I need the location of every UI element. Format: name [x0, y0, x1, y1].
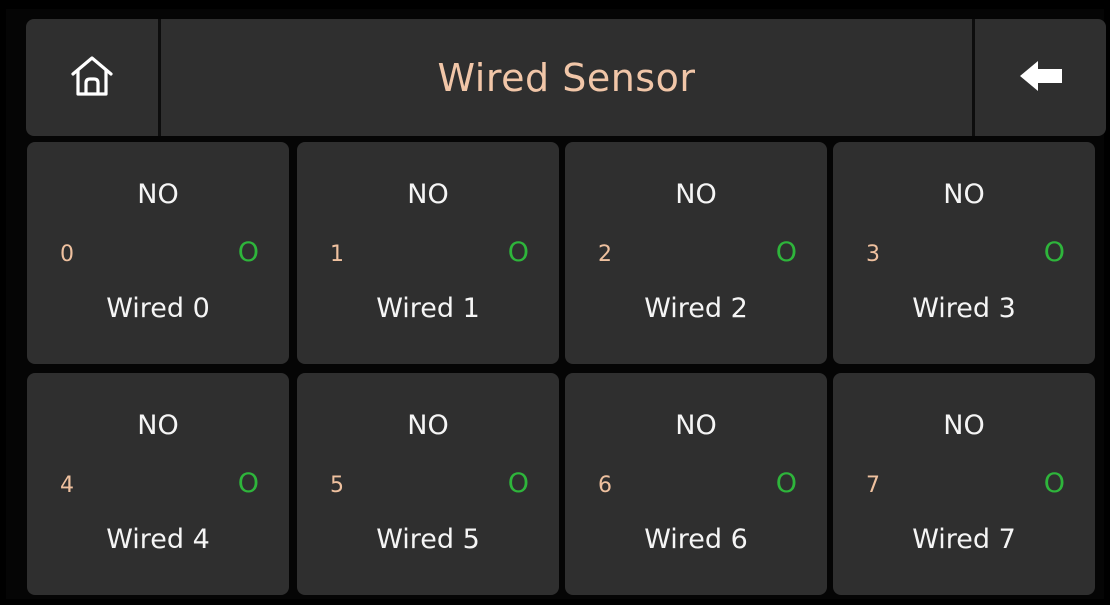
page-title: Wired Sensor	[437, 55, 696, 100]
sensor-status: O	[775, 237, 797, 268]
sensor-state: NO	[943, 179, 985, 210]
back-button[interactable]	[975, 19, 1106, 136]
sensor-state: NO	[137, 410, 179, 441]
sensor-number: 5	[330, 473, 344, 498]
sensor-card-1[interactable]: NO 1 O Wired 1	[297, 142, 559, 364]
sensor-status: O	[237, 237, 259, 268]
sensor-status: O	[237, 468, 259, 499]
sensor-number: 7	[866, 473, 880, 498]
sensor-grid: NO 0 O Wired 0 NO 1 O Wired 1 NO 2 O Wir…	[27, 142, 1108, 604]
sensor-state: NO	[137, 179, 179, 210]
sensor-label: Wired 2	[644, 293, 748, 324]
sensor-status: O	[1043, 468, 1065, 499]
sensor-state: NO	[943, 410, 985, 441]
sensor-status: O	[507, 237, 529, 268]
sensor-label: Wired 0	[106, 293, 210, 324]
sensor-number: 3	[866, 242, 880, 267]
sensor-status: O	[507, 468, 529, 499]
sensor-state: NO	[407, 179, 449, 210]
sensor-card-6[interactable]: NO 6 O Wired 6	[565, 373, 827, 595]
sensor-card-2[interactable]: NO 2 O Wired 2	[565, 142, 827, 364]
home-button[interactable]	[26, 19, 158, 136]
sensor-state: NO	[675, 410, 717, 441]
sensor-label: Wired 1	[376, 293, 480, 324]
sensor-number: 2	[598, 242, 612, 267]
sensor-label: Wired 7	[912, 524, 1016, 555]
sensor-card-7[interactable]: NO 7 O Wired 7	[833, 373, 1095, 595]
sensor-label: Wired 5	[376, 524, 480, 555]
home-icon	[69, 54, 115, 102]
sensor-card-4[interactable]: NO 4 O Wired 4	[27, 373, 289, 595]
sensor-state: NO	[675, 179, 717, 210]
sensor-status: O	[1043, 237, 1065, 268]
screen: Wired Sensor NO 0 O Wired 0 NO 1 O Wired…	[6, 9, 1106, 599]
sensor-number: 6	[598, 473, 612, 498]
sensor-state: NO	[407, 410, 449, 441]
header-bar: Wired Sensor	[26, 19, 1106, 136]
sensor-label: Wired 4	[106, 524, 210, 555]
sensor-card-3[interactable]: NO 3 O Wired 3	[833, 142, 1095, 364]
sensor-label: Wired 3	[912, 293, 1016, 324]
arrow-left-icon	[1018, 59, 1064, 97]
sensor-number: 1	[330, 242, 344, 267]
sensor-number: 4	[60, 473, 74, 498]
sensor-card-0[interactable]: NO 0 O Wired 0	[27, 142, 289, 364]
sensor-status: O	[775, 468, 797, 499]
sensor-label: Wired 6	[644, 524, 748, 555]
sensor-card-5[interactable]: NO 5 O Wired 5	[297, 373, 559, 595]
sensor-number: 0	[60, 242, 74, 267]
